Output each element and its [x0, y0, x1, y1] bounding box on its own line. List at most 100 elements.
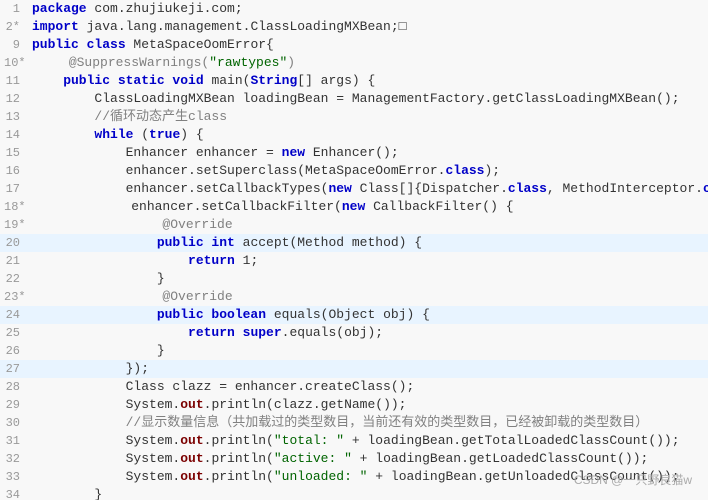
- line-number: 34: [0, 486, 28, 500]
- code-text: java.lang.management.ClassLoadingMXBean;…: [79, 19, 407, 34]
- line-number: 26: [0, 342, 28, 360]
- code-row: 17 enhancer.setCallbackTypes(new Class[]…: [0, 180, 708, 198]
- code-text: ClassLoadingMXBean loadingBean = Managem…: [32, 91, 680, 106]
- code-row: 13 //循环动态产生class: [0, 108, 708, 126]
- line-number: 14: [0, 126, 28, 144]
- code-text: Enhancer();: [305, 145, 399, 160]
- code-text: .equals(obj);: [282, 325, 383, 340]
- line-number: 25: [0, 324, 28, 342]
- code-row: 18* enhancer.setCallbackFilter(new Callb…: [0, 198, 708, 216]
- line-code: //显示数量信息（共加载过的类型数目，当前还有效的类型数目，已经被卸载的类型数目…: [28, 414, 708, 432]
- line-number: 15: [0, 144, 28, 162]
- line-code: while (true) {: [28, 126, 708, 144]
- code-text: .println(: [204, 451, 274, 466]
- keyword-modifier: public static void: [32, 73, 204, 88]
- line-code: System.out.println("active: " + loadingB…: [28, 450, 708, 468]
- keyword: package: [32, 1, 87, 16]
- code-row: 1package com.zhujiukeji.com;: [0, 0, 708, 18]
- line-number: 30: [0, 414, 28, 432]
- code-row: 24 public boolean equals(Object obj) {: [0, 306, 708, 324]
- keyword: new: [342, 199, 365, 214]
- line-code: }: [28, 342, 708, 360]
- code-text: });: [32, 361, 149, 376]
- line-code: enhancer.setCallbackTypes(new Class[]{Di…: [28, 180, 708, 198]
- comment: //循环动态产生class: [32, 109, 227, 124]
- code-row: 9public class MetaSpaceOomError{: [0, 36, 708, 54]
- code-text: Class[]{Dispatcher.: [352, 181, 508, 196]
- code-row: 30 //显示数量信息（共加载过的类型数目，当前还有效的类型数目，已经被卸载的类…: [0, 414, 708, 432]
- line-number: 13: [0, 108, 28, 126]
- line-number: 18*: [0, 198, 34, 216]
- line-code: //循环动态产生class: [28, 108, 708, 126]
- code-text: com.zhujiukeji.com;: [87, 1, 243, 16]
- annotation: @Override: [38, 217, 233, 232]
- code-text: equals(Object obj) {: [266, 307, 430, 322]
- line-number: 23*: [0, 288, 34, 306]
- line-number: 1: [0, 0, 28, 18]
- code-row: 22 }: [0, 270, 708, 288]
- line-number: 2*: [0, 18, 28, 36]
- line-number: 24: [0, 306, 28, 324]
- line-number: 10*: [0, 54, 34, 72]
- line-code: package com.zhujiukeji.com;: [28, 0, 708, 18]
- keyword: return: [32, 253, 235, 268]
- line-number: 29: [0, 396, 28, 414]
- keyword: return: [32, 325, 235, 340]
- code-row: 28 Class clazz = enhancer.createClass();: [0, 378, 708, 396]
- code-text: System.: [32, 469, 180, 484]
- annotation: ): [287, 55, 295, 70]
- line-code: System.out.println(clazz.getName());: [28, 396, 708, 414]
- code-text: }: [32, 271, 165, 286]
- field-reference: out: [180, 433, 203, 448]
- code-text: Enhancer enhancer =: [32, 145, 282, 160]
- line-code: enhancer.setSuperclass(MetaSpaceOomError…: [28, 162, 708, 180]
- code-row: 31 System.out.println("total: " + loadin…: [0, 432, 708, 450]
- line-number: 32: [0, 450, 28, 468]
- line-code: public class MetaSpaceOomError{: [28, 36, 708, 54]
- line-number: 12: [0, 90, 28, 108]
- code-row: 19* @Override: [0, 216, 708, 234]
- line-code: return 1;: [28, 252, 708, 270]
- code-editor: 1package com.zhujiukeji.com;2*import jav…: [0, 0, 708, 500]
- line-code: });: [28, 360, 708, 378]
- code-text: ) {: [180, 127, 203, 142]
- line-code: Class clazz = enhancer.createClass();: [28, 378, 708, 396]
- line-code: public static void main(String[] args) {: [28, 72, 708, 90]
- keyword-modifier: public class: [32, 37, 126, 52]
- code-text: (: [133, 127, 149, 142]
- code-row: 21 return 1;: [0, 252, 708, 270]
- field-reference: out: [180, 451, 203, 466]
- code-text: MetaSpaceOomError{: [126, 37, 274, 52]
- code-row: 32 System.out.println("active: " + loadi…: [0, 450, 708, 468]
- line-code: import java.lang.management.ClassLoading…: [28, 18, 708, 36]
- keyword: true: [149, 127, 180, 142]
- line-number: 28: [0, 378, 28, 396]
- line-number: 16: [0, 162, 28, 180]
- code-text: System.: [32, 433, 180, 448]
- string-literal: "unloaded: ": [274, 469, 368, 484]
- line-number: 20: [0, 234, 28, 252]
- code-row: 23* @Override: [0, 288, 708, 306]
- line-number: 11: [0, 72, 28, 90]
- keyword: class: [508, 181, 547, 196]
- code-text: .println(: [204, 433, 274, 448]
- code-row: 10* @SuppressWarnings("rawtypes"): [0, 54, 708, 72]
- code-text: .println(: [204, 469, 274, 484]
- code-row: 15 Enhancer enhancer = new Enhancer();: [0, 144, 708, 162]
- line-number: 22: [0, 270, 28, 288]
- code-text: Class clazz = enhancer.createClass();: [32, 379, 414, 394]
- line-code: @Override: [34, 288, 708, 306]
- code-text: enhancer.setSuperclass(MetaSpaceOomError…: [32, 163, 445, 178]
- line-code: ClassLoadingMXBean loadingBean = Managem…: [28, 90, 708, 108]
- line-code: enhancer.setCallbackFilter(new CallbackF…: [34, 198, 708, 216]
- line-code: }: [28, 486, 708, 500]
- code-text: + loadingBean.getTotalLoadedClassCount()…: [344, 433, 679, 448]
- line-number: 17: [0, 180, 28, 198]
- field-reference: out: [180, 397, 203, 412]
- string-literal: "total: ": [274, 433, 344, 448]
- code-row: 11 public static void main(String[] args…: [0, 72, 708, 90]
- code-text: .println(clazz.getName());: [204, 397, 407, 412]
- code-text: [32, 127, 94, 142]
- code-row: 26 }: [0, 342, 708, 360]
- string-literal: "active: ": [274, 451, 352, 466]
